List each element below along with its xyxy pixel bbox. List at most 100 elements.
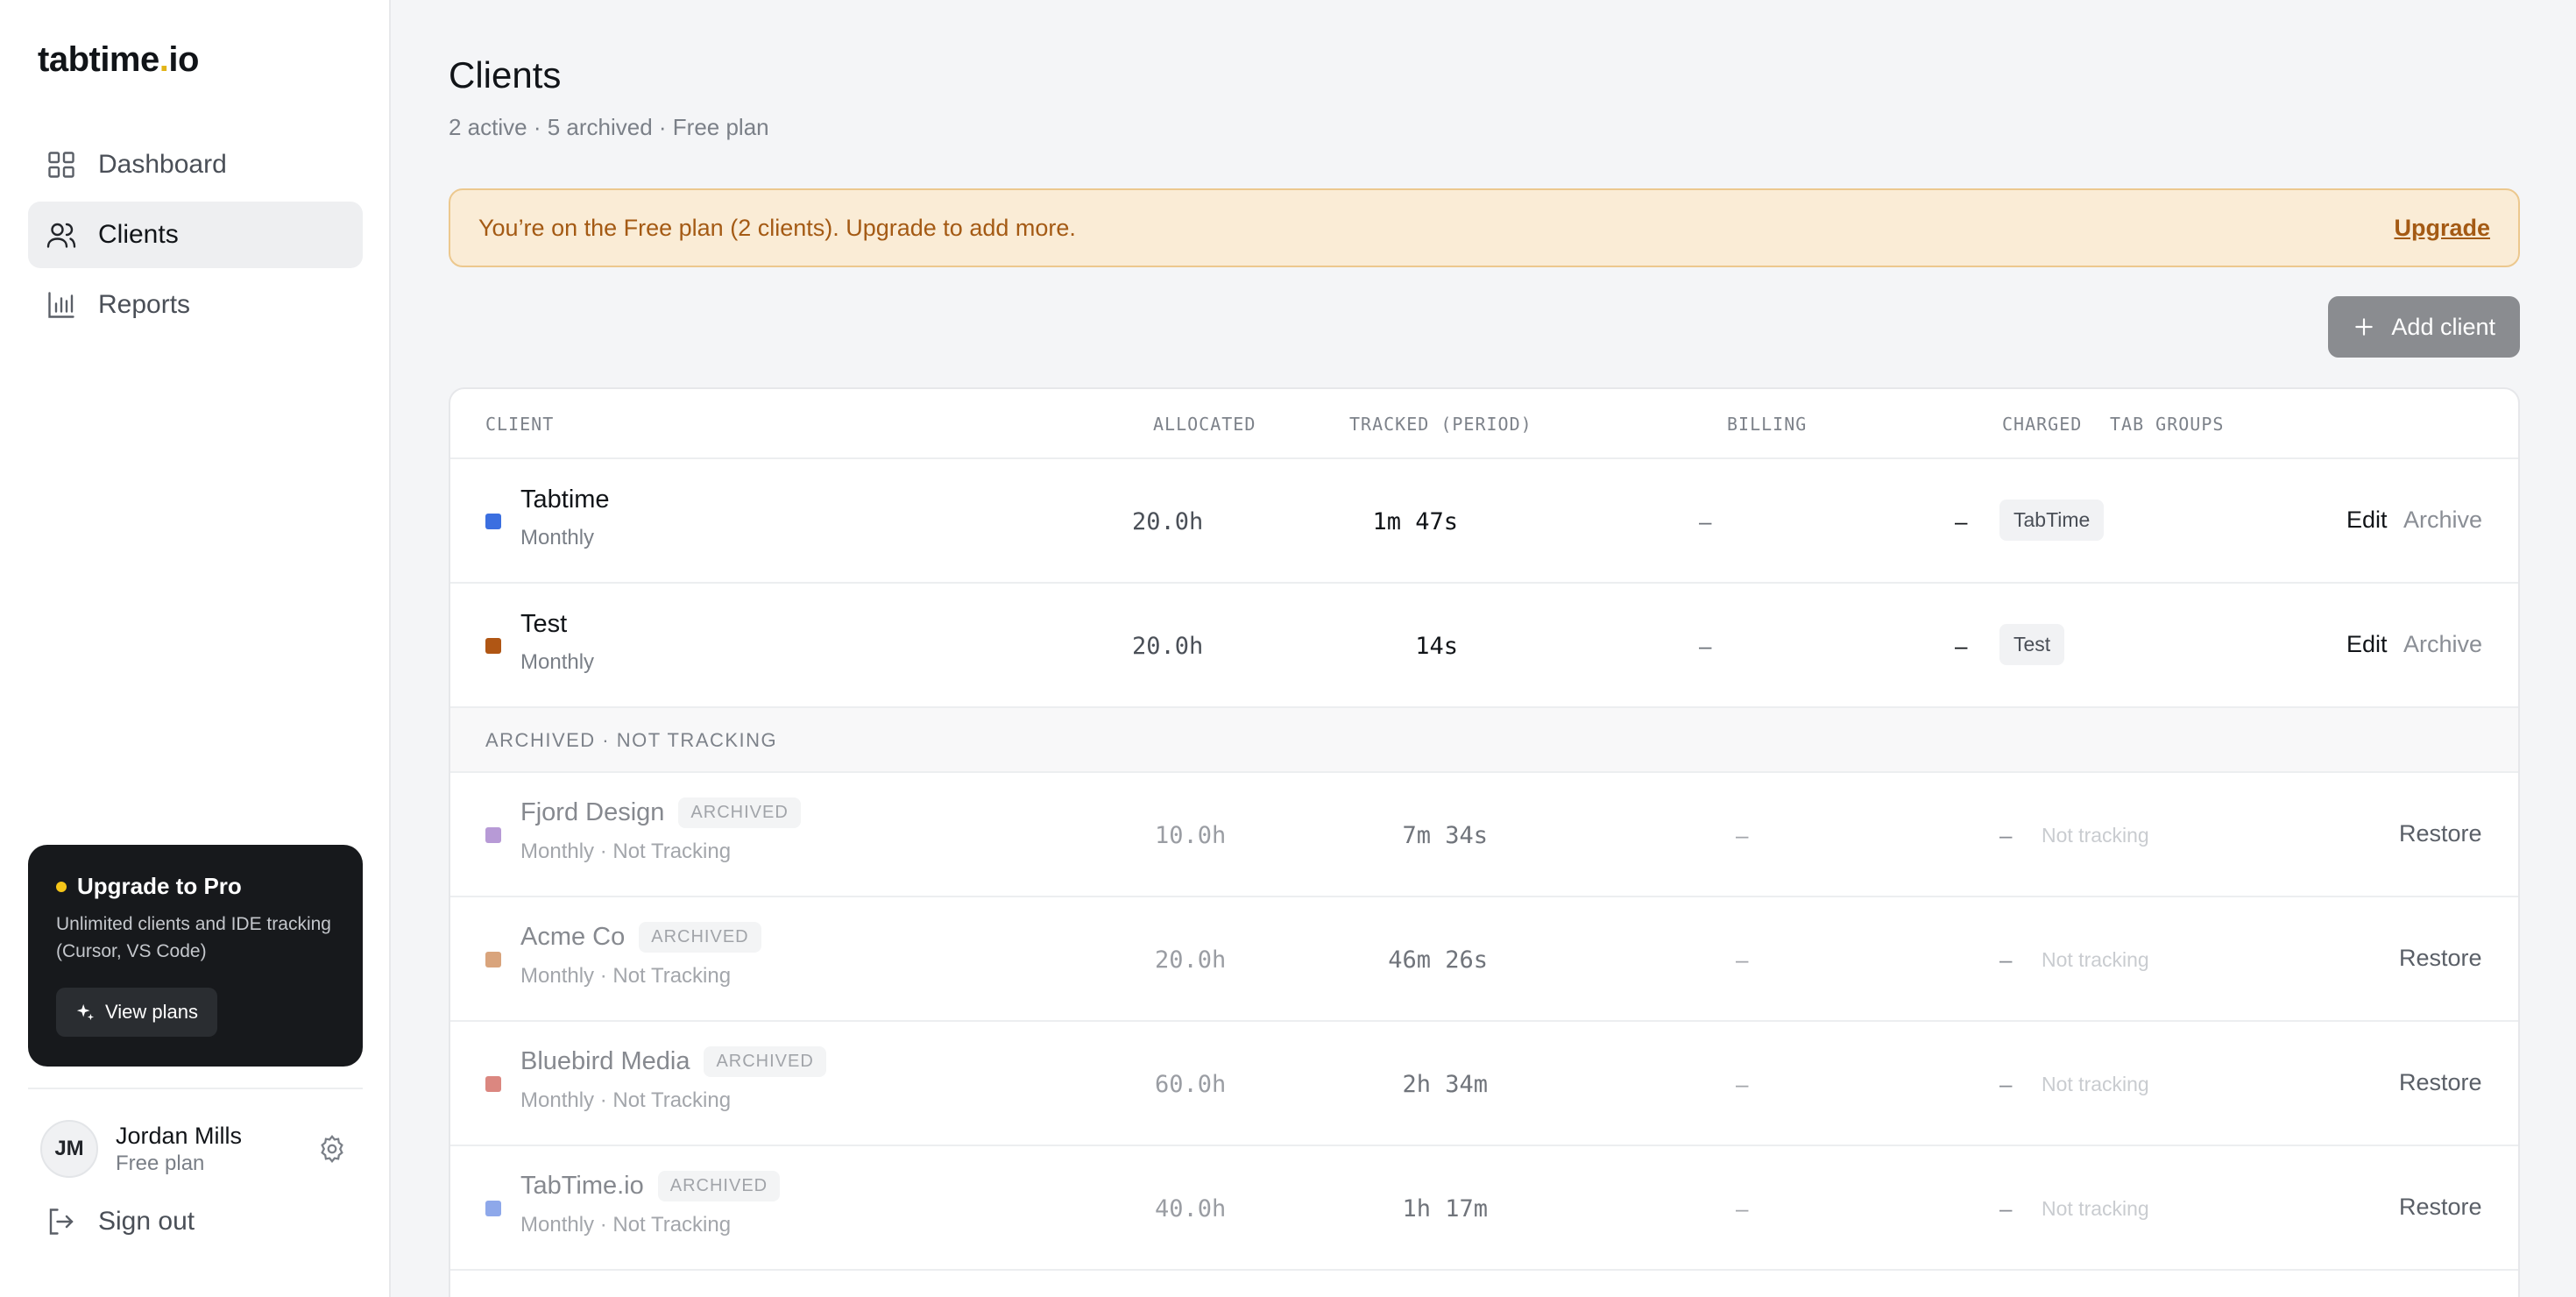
billing-value: – (1699, 508, 1712, 535)
client-name: Acme Co (520, 923, 626, 951)
brand-name: tabtime (38, 40, 159, 79)
table-row[interactable]: Bluebird Media ARCHIVED Monthly · Not Tra… (450, 1022, 2518, 1146)
sign-out-label: Sign out (98, 1207, 195, 1236)
user-name: Jordan Mills (116, 1122, 243, 1149)
client-period: Monthly · Not Tracking (520, 1088, 732, 1112)
upgrade-link[interactable]: Upgrade (2394, 215, 2490, 242)
table-row[interactable]: Acme Co ARCHIVED Monthly · Not Tracking 2… (450, 897, 2518, 1022)
client-name: TabTime.io (520, 1172, 644, 1200)
client-name-cell: Fjord Design ARCHIVED (520, 797, 801, 828)
table-row[interactable]: Tabtime Monthly 20.0h 1m 47s – – TabTime… (450, 459, 2518, 584)
not-tracking-status: Not tracking (2042, 1073, 2149, 1095)
promo-dot-icon (56, 881, 67, 892)
client-name: Tabtime (520, 485, 610, 514)
promo-title-text: Upgrade to Pro (77, 873, 242, 899)
add-client-button[interactable]: Add client (2328, 296, 2520, 358)
sidebar-item-label: Dashboard (98, 150, 227, 179)
allocated-value: 60.0h (1155, 1071, 1227, 1098)
sidebar-item-clients[interactable]: Clients (28, 202, 363, 268)
client-period: Monthly · Not Tracking (520, 840, 732, 863)
grid-icon (48, 152, 74, 178)
billing-value: – (1736, 946, 1749, 973)
client-color-swatch (485, 1201, 501, 1216)
charged-value: – (1955, 508, 1968, 535)
free-plan-banner: You’re on the Free plan (2 clients). Upg… (449, 188, 2520, 267)
brand-logo[interactable]: tabtime.io (38, 40, 199, 80)
sidebar-item-label: Clients (98, 220, 179, 249)
allocated-value: 20.0h (1155, 946, 1227, 974)
charged-value: – (1999, 1071, 2013, 1097)
edit-button[interactable]: Edit (2346, 507, 2388, 534)
view-plans-label: View plans (105, 1001, 198, 1023)
sidebar-item-dashboard[interactable]: Dashboard (28, 131, 363, 198)
charged-value: – (1955, 633, 1968, 659)
charged-value: – (1999, 1195, 2013, 1222)
user-plan: Free plan (116, 1151, 205, 1175)
table-row[interactable]: TabTime.io ARCHIVED Monthly · Not Trackin… (450, 1146, 2518, 1271)
restore-button[interactable]: Restore (2399, 945, 2482, 972)
billing-value: – (1736, 1071, 1749, 1097)
view-plans-button[interactable]: View plans (56, 988, 217, 1037)
table-row[interactable]: Test Monthly 20.0h 14s – – Test Edit Arc… (450, 584, 2518, 708)
archived-heading-text: ARCHIVED · NOT TRACKING (485, 729, 778, 751)
tracked-value: 2h 34m (1402, 1071, 1488, 1098)
charged-value: – (1999, 946, 2013, 973)
archived-badge: ARCHIVED (704, 1046, 826, 1077)
col-tab-groups: TAB GROUPS (2110, 414, 2225, 435)
client-name: Test (520, 610, 568, 638)
table-row[interactable]: Fjord Design ARCHIVED Monthly · Not Track… (450, 773, 2518, 897)
page-title: Clients (449, 54, 562, 96)
sparkle-icon (76, 1003, 95, 1021)
client-color-swatch (485, 952, 501, 967)
sidebar-item-reports[interactable]: Reports (28, 272, 363, 338)
gear-icon[interactable] (317, 1134, 347, 1164)
banner-text: You’re on the Free plan (2 clients). Upg… (478, 214, 1076, 241)
tab-group-tag[interactable]: TabTime (1999, 500, 2105, 541)
client-name-cell: Bluebird Media ARCHIVED (520, 1046, 826, 1077)
brand-dot: . (159, 40, 169, 79)
sidebar-item-label: Reports (98, 290, 191, 319)
edit-button[interactable]: Edit (2346, 631, 2388, 658)
archive-button[interactable]: Archive (2403, 507, 2482, 534)
col-client: CLIENT (485, 414, 555, 435)
sign-out-button[interactable]: Sign out (46, 1206, 195, 1237)
client-period: Monthly (520, 526, 595, 549)
add-client-label: Add client (2391, 313, 2495, 340)
archive-button[interactable]: Archive (2403, 631, 2482, 658)
tracked-value: 14s (1415, 633, 1458, 660)
allocated-value: 10.0h (1155, 822, 1227, 849)
col-tracked: TRACKED (PERIOD) (1349, 414, 1532, 435)
restore-button[interactable]: Restore (2399, 820, 2482, 847)
client-period: Monthly · Not Tracking (520, 964, 732, 988)
col-allocated: ALLOCATED (1153, 414, 1256, 435)
users-icon (46, 223, 76, 248)
allocated-value: 40.0h (1155, 1195, 1227, 1223)
client-color-swatch (485, 827, 501, 843)
sidebar-divider (28, 1088, 363, 1089)
archived-section-heading: ARCHIVED · NOT TRACKING (450, 708, 2518, 773)
col-charged: CHARGED (2002, 414, 2083, 435)
restore-button[interactable]: Restore (2399, 1194, 2482, 1221)
client-name-cell: TabTime.io ARCHIVED (520, 1171, 781, 1201)
tracked-value: 1h 17m (1402, 1195, 1488, 1223)
client-period: Monthly · Not Tracking (520, 1213, 732, 1237)
archived-badge: ARCHIVED (678, 797, 801, 828)
table-header: CLIENT ALLOCATED TRACKED (PERIOD) BILLIN… (450, 389, 2518, 459)
client-color-swatch (485, 638, 501, 654)
tracked-value: 7m 34s (1402, 822, 1488, 849)
sign-out-icon (49, 1208, 74, 1235)
plus-icon (2355, 318, 2374, 336)
allocated-value: 20.0h (1132, 633, 1204, 660)
sidebar-nav: Dashboard Clients Reports (28, 131, 363, 342)
client-color-swatch (485, 514, 501, 529)
sidebar: tabtime.io Dashboard Clients Reports Upg… (0, 0, 391, 1297)
tab-group-tag[interactable]: Test (1999, 624, 2065, 665)
avatar[interactable]: JM (40, 1120, 98, 1178)
billing-value: – (1736, 1195, 1749, 1222)
billing-value: – (1699, 633, 1712, 659)
charged-value: – (1999, 822, 2013, 848)
billing-value: – (1736, 822, 1749, 848)
not-tracking-status: Not tracking (2042, 824, 2149, 847)
restore-button[interactable]: Restore (2399, 1069, 2482, 1096)
archived-badge: ARCHIVED (639, 922, 761, 953)
